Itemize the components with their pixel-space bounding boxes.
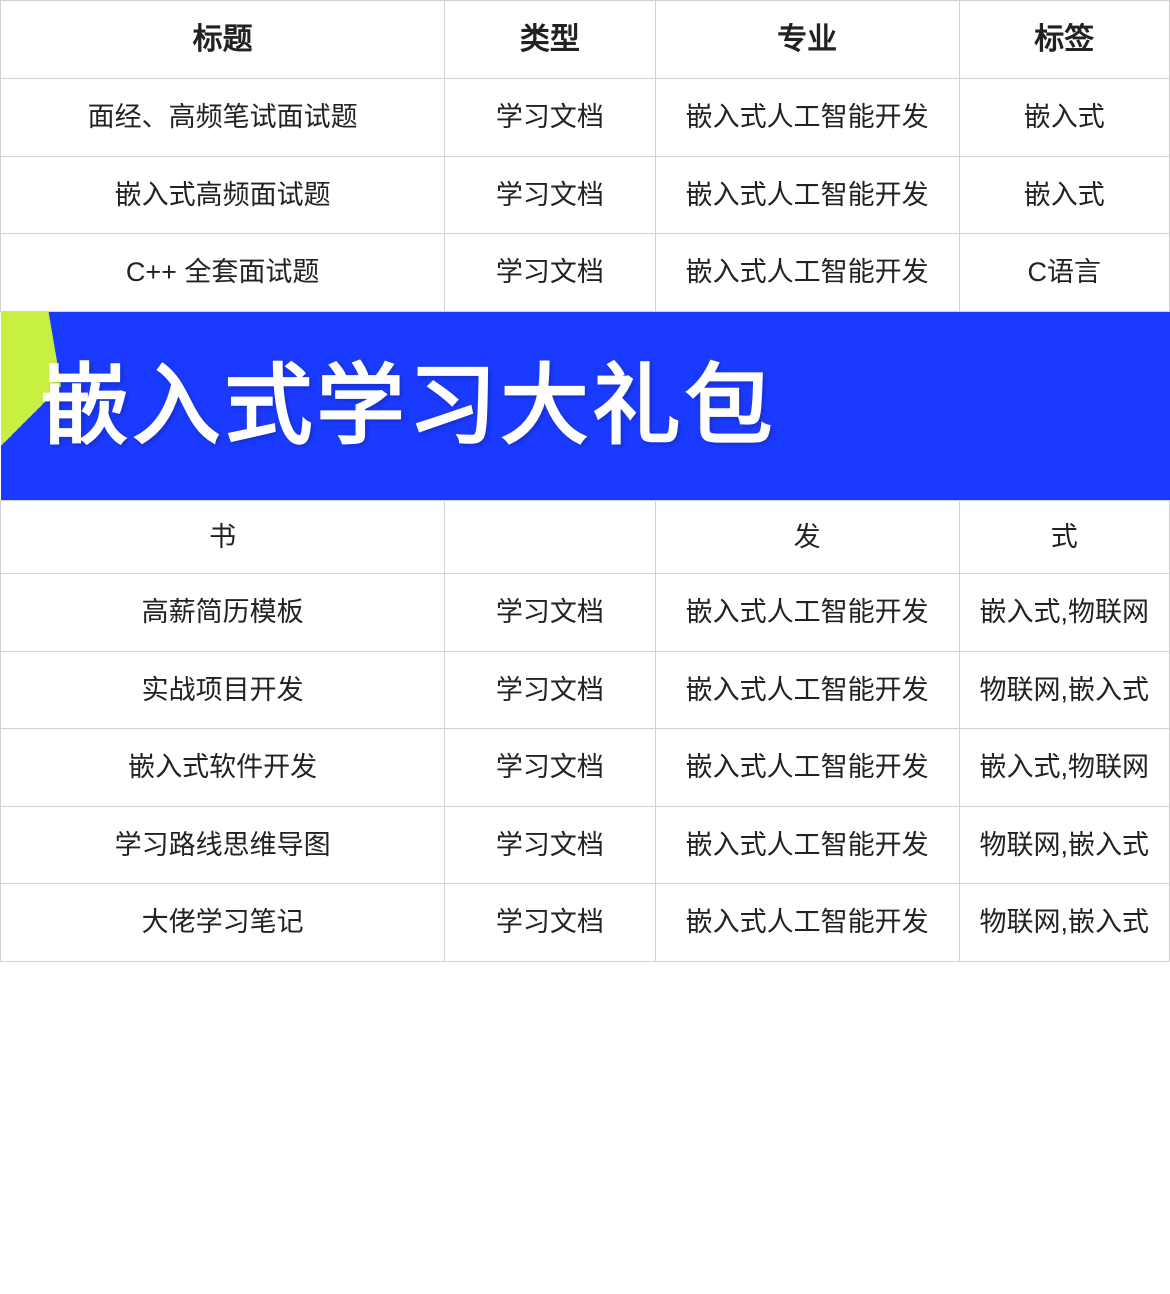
- row-tag: C语言: [959, 234, 1169, 312]
- row-tag: 嵌入式,物联网: [959, 729, 1169, 807]
- row-type: 学习文档: [445, 156, 655, 234]
- table-row: 学习路线思维导图 学习文档 嵌入式人工智能开发 物联网,嵌入式: [1, 806, 1170, 884]
- row-type: 学习文档: [445, 806, 655, 884]
- row-type: 学习文档: [445, 729, 655, 807]
- row-type: 学习文档: [445, 651, 655, 729]
- partial-table-row: 书 发 式: [1, 500, 1170, 574]
- row-major: 嵌入式人工智能开发: [655, 806, 959, 884]
- banner-cell: 嵌入式学习大礼包: [1, 311, 1170, 500]
- main-table-container: 标题 类型 专业 标签 面经、高频笔试面试题 学习文档 嵌入式人工智能开发 嵌入…: [0, 0, 1170, 962]
- table-row: 面经、高频笔试面试题 学习文档 嵌入式人工智能开发 嵌入式: [1, 79, 1170, 157]
- partial-tag: 式: [959, 500, 1169, 574]
- header-tag: 标签: [959, 1, 1169, 79]
- row-type: 学习文档: [445, 574, 655, 652]
- partial-major: 发: [655, 500, 959, 574]
- banner-row: 嵌入式学习大礼包: [1, 311, 1170, 500]
- row-tag: 嵌入式: [959, 156, 1169, 234]
- row-type: 学习文档: [445, 884, 655, 962]
- row-title: 高薪简历模板: [1, 574, 445, 652]
- row-title: 面经、高频笔试面试题: [1, 79, 445, 157]
- row-title: 嵌入式高频面试题: [1, 156, 445, 234]
- row-title: 学习路线思维导图: [1, 806, 445, 884]
- banner-overlay: 嵌入式学习大礼包: [1, 312, 1170, 500]
- row-title: C++ 全套面试题: [1, 234, 445, 312]
- row-tag: 物联网,嵌入式: [959, 806, 1169, 884]
- table-row: 实战项目开发 学习文档 嵌入式人工智能开发 物联网,嵌入式: [1, 651, 1170, 729]
- row-major: 嵌入式人工智能开发: [655, 234, 959, 312]
- header-major: 专业: [655, 1, 959, 79]
- partial-title: 书: [1, 500, 445, 574]
- row-major: 嵌入式人工智能开发: [655, 79, 959, 157]
- row-tag: 嵌入式: [959, 79, 1169, 157]
- table-row: 嵌入式高频面试题 学习文档 嵌入式人工智能开发 嵌入式: [1, 156, 1170, 234]
- header-type: 类型: [445, 1, 655, 79]
- row-title: 实战项目开发: [1, 651, 445, 729]
- row-major: 嵌入式人工智能开发: [655, 729, 959, 807]
- row-type: 学习文档: [445, 79, 655, 157]
- row-title: 大佬学习笔记: [1, 884, 445, 962]
- row-major: 嵌入式人工智能开发: [655, 884, 959, 962]
- row-tag: 物联网,嵌入式: [959, 884, 1169, 962]
- table-header-row: 标题 类型 专业 标签: [1, 1, 1170, 79]
- row-major: 嵌入式人工智能开发: [655, 156, 959, 234]
- table-row: C++ 全套面试题 学习文档 嵌入式人工智能开发 C语言: [1, 234, 1170, 312]
- row-type: 学习文档: [445, 234, 655, 312]
- table-row: 高薪简历模板 学习文档 嵌入式人工智能开发 嵌入式,物联网: [1, 574, 1170, 652]
- row-tag: 物联网,嵌入式: [959, 651, 1169, 729]
- row-major: 嵌入式人工智能开发: [655, 574, 959, 652]
- table-row: 嵌入式软件开发 学习文档 嵌入式人工智能开发 嵌入式,物联网: [1, 729, 1170, 807]
- partial-type: [445, 500, 655, 574]
- table-row: 大佬学习笔记 学习文档 嵌入式人工智能开发 物联网,嵌入式: [1, 884, 1170, 962]
- row-title: 嵌入式软件开发: [1, 729, 445, 807]
- row-tag: 嵌入式,物联网: [959, 574, 1169, 652]
- row-major: 嵌入式人工智能开发: [655, 651, 959, 729]
- header-title: 标题: [1, 1, 445, 79]
- banner-text: 嵌入式学习大礼包: [41, 340, 777, 472]
